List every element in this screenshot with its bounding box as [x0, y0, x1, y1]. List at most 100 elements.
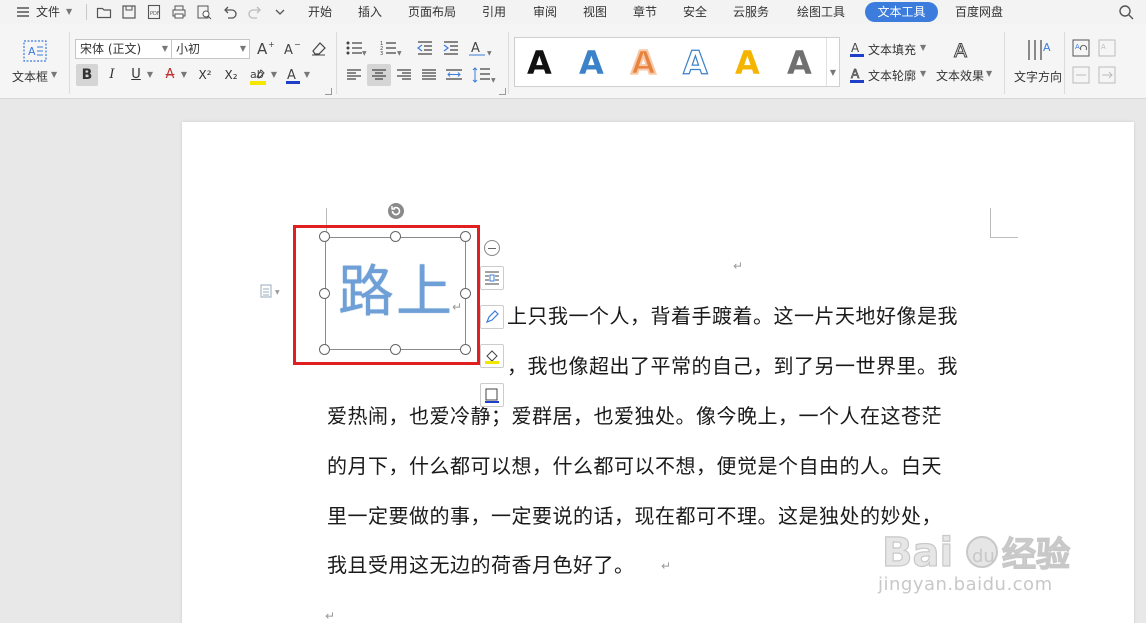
rotate-handle-icon[interactable]	[387, 202, 405, 220]
text-effect-chevron-icon[interactable]: ▼	[986, 69, 992, 78]
text-style-preset-gold[interactable]: A	[735, 44, 760, 82]
text-outline-chevron-icon[interactable]: ▼	[920, 69, 926, 78]
tab-review[interactable]: 审阅	[533, 0, 557, 24]
save-icon[interactable]	[121, 4, 137, 20]
export-pdf-icon[interactable]: PDF	[146, 4, 162, 20]
strikethrough-chevron-icon[interactable]: ▼	[180, 66, 188, 84]
fill-button[interactable]	[480, 344, 504, 368]
align-center-button[interactable]	[367, 64, 391, 86]
clear-format-eraser-icon[interactable]	[309, 39, 329, 57]
font-name-select[interactable]: 宋体 (正文) ▼	[75, 39, 172, 59]
gallery-more-chevron-icon[interactable]: ▼	[826, 38, 839, 86]
decrease-indent-icon[interactable]	[416, 39, 434, 57]
paragraph-line[interactable]: 的月下，什么都可以想，什么都可以不想，便觉是个自由的人。白天	[327, 450, 942, 479]
tab-security[interactable]: 安全	[683, 0, 707, 24]
text-style-preset-black[interactable]: A	[527, 44, 552, 82]
text-outline-label[interactable]: 文本轮廓	[868, 67, 916, 84]
justify-icon[interactable]	[421, 67, 437, 83]
watermark-url: jingyan.baidu.com	[878, 574, 1053, 595]
font-dialog-launcher[interactable]	[325, 88, 332, 95]
text-effect-label[interactable]: 文本效果	[936, 67, 984, 84]
text-fill-icon[interactable]: A	[849, 40, 865, 58]
customize-toolbar-chevron-icon[interactable]	[272, 4, 288, 20]
ribbon-divider	[1004, 32, 1005, 94]
svg-text:A: A	[954, 40, 967, 61]
tab-baidu-netdisk[interactable]: 百度网盘	[955, 0, 1003, 24]
highlight-chevron-icon[interactable]: ▼	[270, 66, 278, 84]
file-menu[interactable]: 文件	[36, 0, 60, 24]
tab-cloud-service[interactable]: 云服务	[733, 0, 769, 24]
wrap-text-icon	[485, 271, 499, 285]
paragraph-line[interactable]: 我且受用这无边的荷香月色好了。	[327, 549, 635, 578]
increase-indent-icon[interactable]	[442, 39, 460, 57]
text-style-preset-white-outline[interactable]: A	[682, 43, 708, 82]
wrap-text-button[interactable]	[480, 266, 504, 290]
text-direction-label[interactable]: 文字方向	[1014, 68, 1062, 85]
grow-font-icon[interactable]: A +	[256, 39, 276, 57]
bullet-list-icon[interactable]: ▼	[345, 39, 367, 57]
font-size-select[interactable]: 小初 ▼	[171, 39, 250, 59]
align-right-icon[interactable]	[396, 67, 412, 83]
file-menu-chevron-icon[interactable]: ▼	[66, 0, 72, 24]
font-color-icon[interactable]: A	[284, 66, 302, 86]
svg-text:▼: ▼	[397, 50, 402, 57]
line-spacing-icon[interactable]: ▼	[472, 66, 498, 84]
shrink-font-icon[interactable]: A −	[283, 39, 303, 57]
collapse-toolbar-icon[interactable]	[484, 240, 500, 256]
tab-drawing-tools[interactable]: 绘图工具	[797, 0, 845, 24]
textbox-icon[interactable]: A	[23, 40, 47, 62]
text-style-preset-orange-outline[interactable]: A	[630, 43, 657, 83]
tab-insert[interactable]: 插入	[358, 0, 382, 24]
text-spacing-icon[interactable]: A ▼	[468, 39, 494, 57]
text-style-preset-gray[interactable]: A	[787, 44, 812, 82]
subscript-button[interactable]: X₂	[220, 66, 242, 84]
tab-text-tools[interactable]: 文本工具	[865, 2, 938, 22]
text-style-gallery: A A A A A A	[514, 37, 840, 87]
tab-page-layout[interactable]: 页面布局	[408, 0, 456, 24]
undo-icon[interactable]	[222, 4, 238, 20]
text-fill-chevron-icon[interactable]: ▼	[920, 43, 926, 52]
numbered-list-icon[interactable]: 1 2 3 ▼	[380, 39, 402, 57]
text-outline-icon[interactable]: A	[849, 66, 865, 84]
paragraph-dialog-launcher[interactable]	[499, 88, 506, 95]
text-style-preset-blue[interactable]: A	[579, 44, 604, 82]
tab-references[interactable]: 引用	[482, 0, 506, 24]
next-linked-box-icon[interactable]	[1098, 66, 1116, 84]
tab-home[interactable]: 开始	[308, 0, 332, 24]
border-button[interactable]	[480, 383, 504, 407]
text-fill-label[interactable]: 文本填充	[868, 41, 916, 58]
text-effect-icon[interactable]: A	[952, 39, 974, 62]
paragraph-line[interactable]: ，我也像超出了平常的自己，到了另一世界里。我	[507, 350, 958, 379]
hamburger-menu-icon[interactable]	[15, 4, 31, 20]
textbox-button-label[interactable]: 文本框	[12, 68, 48, 85]
distribute-icon[interactable]	[445, 67, 463, 83]
underline-chevron-icon[interactable]: ▼	[146, 66, 154, 84]
text-direction-icon[interactable]: A	[1026, 38, 1052, 62]
font-color-chevron-icon[interactable]: ▼	[303, 66, 311, 84]
print-icon[interactable]	[171, 4, 187, 20]
layout-options-icon[interactable]: ▼	[260, 284, 284, 298]
open-folder-icon[interactable]	[96, 4, 112, 20]
align-left-icon[interactable]	[346, 67, 362, 83]
previous-linked-box-icon[interactable]	[1072, 66, 1090, 84]
italic-button[interactable]: I	[104, 66, 120, 84]
highlight-icon[interactable]: ab	[248, 66, 268, 86]
superscript-button[interactable]: X²	[194, 66, 216, 84]
redo-icon[interactable]	[247, 4, 263, 20]
font-name-chevron-icon: ▼	[161, 44, 168, 53]
strikethrough-button[interactable]: A	[162, 66, 178, 84]
break-text-link-icon[interactable]: A	[1098, 39, 1116, 57]
print-preview-icon[interactable]	[196, 4, 212, 20]
tab-view[interactable]: 视图	[583, 0, 607, 24]
svg-text:A: A	[851, 41, 860, 55]
paragraph-line[interactable]: 爱热闹，也爱冷静；爱群居，也爱独处。像今晚上，一个人在这苍茫	[327, 400, 942, 429]
tab-chapter[interactable]: 章节	[633, 0, 657, 24]
paragraph-line[interactable]: 上只我一个人，背着手踱着。这一片天地好像是我	[507, 300, 958, 329]
bold-button[interactable]: B	[76, 64, 98, 86]
search-icon[interactable]	[1118, 4, 1134, 20]
paragraph-line[interactable]: 里一定要做的事，一定要说的话，现在都可不理。这是独处的妙处，	[327, 500, 942, 529]
textbox-chevron-icon[interactable]: ▼	[51, 70, 57, 79]
underline-button[interactable]: U	[128, 66, 144, 84]
outline-style-button[interactable]	[480, 305, 504, 329]
create-text-link-icon[interactable]: A	[1072, 39, 1090, 57]
